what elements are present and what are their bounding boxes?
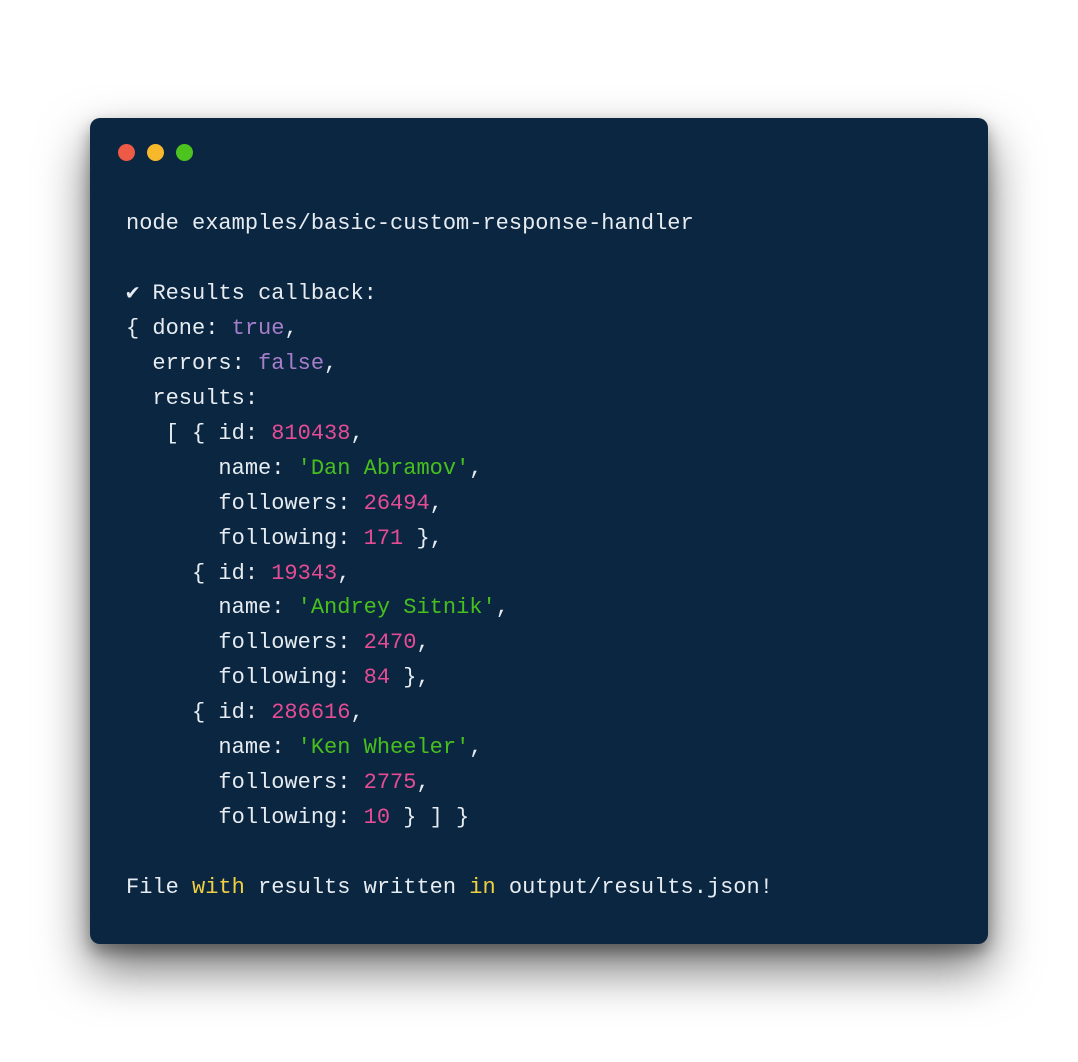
close-icon[interactable] bbox=[118, 144, 135, 161]
punct: , bbox=[416, 770, 429, 795]
output-file-line: File bbox=[126, 875, 192, 900]
minimize-icon[interactable] bbox=[147, 144, 164, 161]
punct: , bbox=[324, 351, 337, 376]
result-followers-key: followers: bbox=[126, 491, 364, 516]
output-file-line: results written bbox=[245, 875, 469, 900]
punct: , bbox=[284, 316, 297, 341]
terminal-window: node examples/basic-custom-response-hand… bbox=[90, 118, 988, 944]
done-value: true bbox=[232, 316, 285, 341]
keyword-in: in bbox=[469, 875, 495, 900]
result-following: 171 bbox=[364, 526, 404, 551]
obj-open: { done: bbox=[126, 316, 232, 341]
punct: , bbox=[469, 456, 482, 481]
keyword-with: with bbox=[192, 875, 245, 900]
result-name-key: name: bbox=[126, 735, 298, 760]
punct: , bbox=[337, 561, 350, 586]
result-row: [ { id: bbox=[126, 421, 271, 446]
result-following: 84 bbox=[364, 665, 390, 690]
punct: , bbox=[469, 735, 482, 760]
result-followers-key: followers: bbox=[126, 770, 364, 795]
result-id: 286616 bbox=[271, 700, 350, 725]
result-row: { id: bbox=[126, 561, 271, 586]
result-row: { id: bbox=[126, 700, 271, 725]
punct: }, bbox=[390, 665, 430, 690]
result-following-key: following: bbox=[126, 526, 364, 551]
punct: , bbox=[430, 491, 443, 516]
window-traffic-lights bbox=[90, 118, 988, 161]
punct: , bbox=[350, 700, 363, 725]
checkmark-icon: ✔ bbox=[126, 281, 139, 306]
result-id: 19343 bbox=[271, 561, 337, 586]
punct: , bbox=[416, 630, 429, 655]
result-name: 'Dan Abramov' bbox=[298, 456, 470, 481]
result-followers: 2775 bbox=[364, 770, 417, 795]
result-following: 10 bbox=[364, 805, 390, 830]
punct: } ] } bbox=[390, 805, 469, 830]
result-followers: 2470 bbox=[364, 630, 417, 655]
errors-key: errors: bbox=[126, 351, 258, 376]
result-followers-key: followers: bbox=[126, 630, 364, 655]
punct: , bbox=[496, 595, 509, 620]
results-key: results: bbox=[126, 386, 258, 411]
callback-label: Results callback: bbox=[139, 281, 377, 306]
punct: , bbox=[350, 421, 363, 446]
command-line: node examples/basic-custom-response-hand… bbox=[126, 211, 694, 236]
result-name-key: name: bbox=[126, 595, 298, 620]
output-file-line: output/results.json! bbox=[496, 875, 773, 900]
result-name: 'Andrey Sitnik' bbox=[298, 595, 496, 620]
zoom-icon[interactable] bbox=[176, 144, 193, 161]
terminal-output: node examples/basic-custom-response-hand… bbox=[90, 161, 988, 906]
punct: }, bbox=[403, 526, 443, 551]
result-followers: 26494 bbox=[364, 491, 430, 516]
result-following-key: following: bbox=[126, 665, 364, 690]
errors-value: false bbox=[258, 351, 324, 376]
result-id: 810438 bbox=[271, 421, 350, 446]
result-name-key: name: bbox=[126, 456, 298, 481]
result-following-key: following: bbox=[126, 805, 364, 830]
result-name: 'Ken Wheeler' bbox=[298, 735, 470, 760]
